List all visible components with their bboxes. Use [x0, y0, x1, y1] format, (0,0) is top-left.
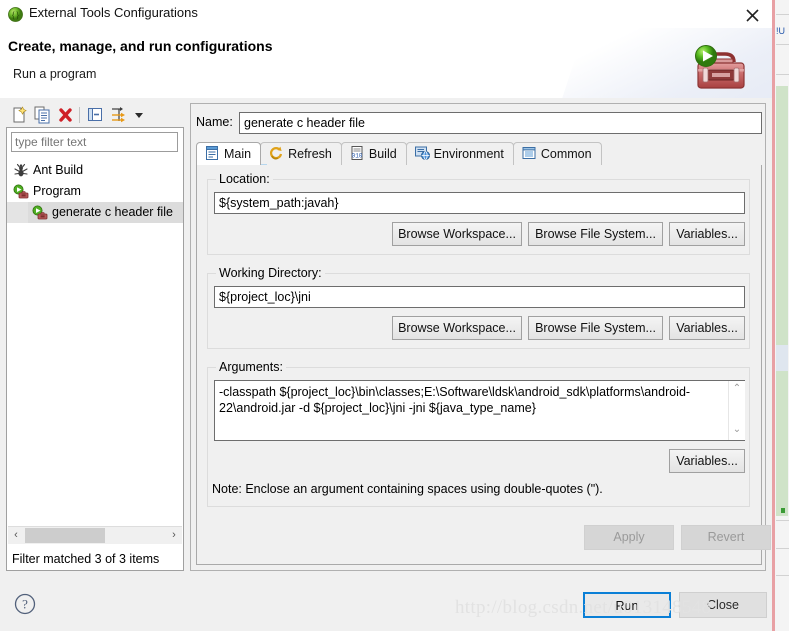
environment-tab-icon [414, 145, 430, 161]
configuration-editor-panel: Name: generate c header file Main Refres… [190, 103, 771, 571]
location-group-title: Location: [216, 172, 273, 186]
working-directory-group-title: Working Directory: [216, 266, 325, 280]
background-divider [776, 14, 789, 15]
collapse-all-icon[interactable] [86, 106, 105, 124]
scroll-left-arrow-icon[interactable]: ‹ [8, 527, 24, 544]
dialog-body: Ant Build [0, 98, 772, 576]
page-title: Create, manage, and run configurations [8, 38, 273, 54]
location-variables-button[interactable]: Variables... [669, 222, 745, 246]
background-tab-text: !U [776, 26, 785, 36]
working-directory-browse-workspace-button[interactable]: Browse Workspace... [392, 316, 522, 340]
working-directory-input[interactable] [214, 286, 745, 308]
name-label: Name: [196, 115, 233, 129]
background-highlight-row [776, 345, 788, 371]
view-menu-chevron-icon[interactable] [132, 106, 146, 124]
working-directory-variables-button[interactable]: Variables... [669, 316, 745, 340]
tab-build[interactable]: 010 Build [340, 142, 407, 165]
scrollbar-thumb[interactable] [25, 528, 105, 543]
tab-label: Common [540, 147, 592, 161]
apply-button[interactable]: Apply [584, 525, 674, 550]
tree-item-program[interactable]: Program [7, 181, 183, 202]
location-group: Location: Browse Workspace... Browse Fil… [207, 172, 750, 255]
dialog-footer: ? Run Close [0, 576, 772, 631]
new-configuration-icon[interactable] [10, 106, 29, 124]
dialog-header-band: Create, manage, and run configurations R… [0, 28, 772, 98]
toolbox-run-icon [686, 36, 748, 94]
configuration-tabs: Main Refresh 010 Build Environment Commo… [196, 142, 762, 166]
scroll-up-arrow-icon[interactable]: ⌃ [729, 382, 745, 398]
page-subtitle: Run a program [13, 67, 97, 81]
delete-configuration-icon[interactable] [56, 106, 75, 124]
configurations-tree: Ant Build Program generate c header file [7, 160, 183, 223]
toolbar-separator [79, 107, 80, 123]
background-divider [776, 74, 789, 75]
tab-main[interactable]: Main [196, 142, 262, 165]
arguments-group: Arguments: -classpath ${project_loc}\bin… [207, 360, 750, 507]
help-question-icon[interactable]: ? [14, 593, 36, 615]
arguments-variables-button[interactable]: Variables... [669, 449, 745, 473]
dialog-title: External Tools Configurations [29, 5, 198, 20]
svg-text:?: ? [22, 597, 28, 612]
ant-icon [13, 163, 29, 179]
background-window-sliver: !U [772, 0, 789, 631]
tab-label: Main [224, 147, 252, 161]
svg-text:010: 010 [351, 153, 362, 160]
main-tab-icon [204, 145, 220, 161]
background-red-border [772, 0, 775, 631]
arguments-textarea[interactable]: -classpath ${project_loc}\bin\classes;E:… [214, 380, 745, 441]
main-tab-content: Location: Browse Workspace... Browse Fil… [196, 165, 771, 565]
background-divider [776, 548, 789, 549]
tree-item-ant-build[interactable]: Ant Build [7, 160, 183, 181]
filter-icon[interactable] [109, 106, 128, 124]
tab-label: Refresh [288, 147, 332, 161]
configurations-tree-container: Ant Build [6, 127, 184, 571]
scroll-right-arrow-icon[interactable]: › [166, 527, 182, 544]
arguments-note: Note: Enclose an argument containing spa… [212, 482, 603, 496]
external-tools-icon: {} [8, 7, 23, 22]
configurations-toolbar [6, 103, 184, 127]
working-directory-group: Working Directory: Browse Workspace... B… [207, 266, 750, 349]
background-green-panel [776, 86, 788, 516]
program-icon [13, 184, 29, 200]
external-tools-dialog: {} External Tools Configurations Create,… [0, 0, 772, 631]
build-tab-icon: 010 [349, 145, 365, 161]
arguments-scrollbar[interactable]: ⌃ ⌄ [728, 381, 745, 440]
background-marker [781, 508, 785, 513]
revert-button[interactable]: Revert [681, 525, 771, 550]
filter-status-text: Filter matched 3 of 3 items [12, 552, 160, 566]
tree-horizontal-scrollbar[interactable]: ‹ › [8, 526, 182, 544]
location-input[interactable] [214, 192, 745, 214]
tree-item-label: Ant Build [33, 163, 84, 177]
tab-label: Environment [433, 147, 504, 161]
background-divider [776, 44, 789, 45]
tree-item-generate-c-header-file[interactable]: generate c header file [7, 202, 183, 223]
name-input[interactable] [239, 112, 762, 134]
tab-common[interactable]: Common [512, 142, 602, 165]
dialog-titlebar: {} External Tools Configurations [0, 0, 772, 28]
tab-environment[interactable]: Environment [405, 142, 514, 165]
location-browse-workspace-button[interactable]: Browse Workspace... [392, 222, 522, 246]
background-divider [776, 520, 789, 521]
run-button[interactable]: Run [583, 592, 671, 618]
tree-item-label: Program [33, 184, 81, 198]
app-window: !U {} External Tools Configurations Crea… [0, 0, 789, 631]
duplicate-configuration-icon[interactable] [33, 106, 52, 124]
location-browse-file-system-button[interactable]: Browse File System... [528, 222, 663, 246]
configurations-panel: Ant Build [6, 103, 184, 571]
name-row: Name: [196, 112, 762, 134]
tab-refresh[interactable]: Refresh [260, 142, 342, 165]
close-icon[interactable] [742, 5, 764, 25]
working-directory-browse-file-system-button[interactable]: Browse File System... [528, 316, 663, 340]
refresh-tab-icon [268, 145, 284, 161]
background-divider [776, 575, 789, 576]
tab-label: Build [368, 147, 397, 161]
program-icon [32, 205, 48, 221]
close-button[interactable]: Close [679, 592, 767, 618]
filter-input[interactable] [11, 132, 178, 152]
arguments-group-title: Arguments: [216, 360, 286, 374]
scroll-down-arrow-icon[interactable]: ⌄ [729, 423, 745, 439]
svg-text:{}: {} [11, 10, 20, 20]
common-tab-icon [521, 145, 537, 161]
tree-item-label: generate c header file [52, 205, 173, 219]
